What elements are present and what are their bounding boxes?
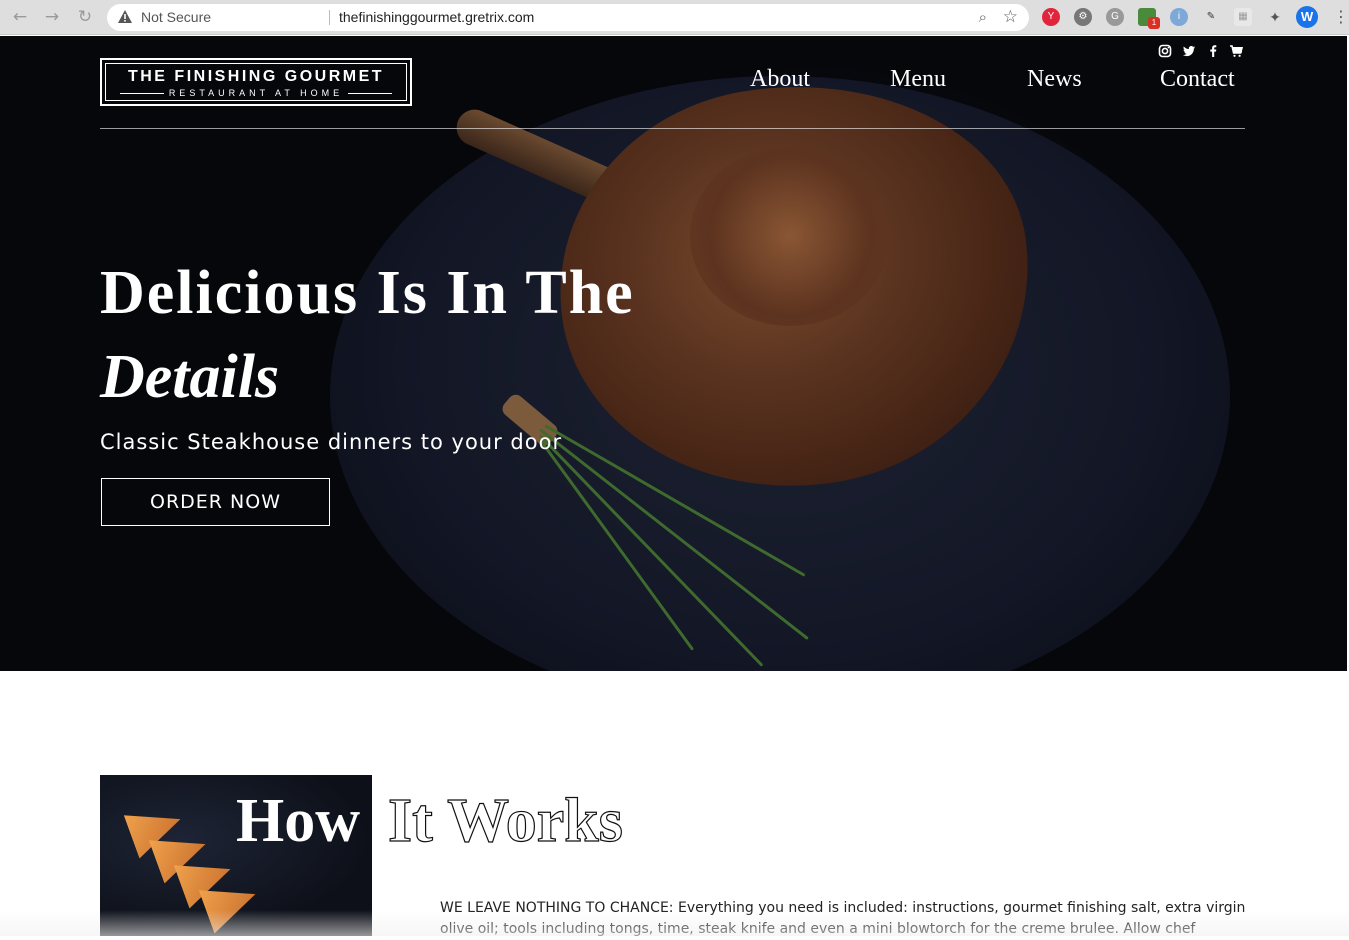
extension-grey-icon[interactable]: G: [1106, 8, 1124, 26]
extension-square-icon[interactable]: ▦: [1234, 8, 1252, 26]
nav-menu[interactable]: Menu: [890, 66, 946, 93]
how-it-works-title: How: [236, 787, 360, 855]
header-divider: [100, 128, 1245, 129]
bookmark-star-icon[interactable]: ☆: [1003, 7, 1018, 27]
extension-gear-icon[interactable]: ⚙: [1074, 8, 1092, 26]
address-bar[interactable]: Not Secure thefinishinggourmet.gretrix.c…: [107, 4, 1029, 31]
extension-blue-icon[interactable]: i: [1170, 8, 1188, 26]
nav-about[interactable]: About: [750, 66, 810, 93]
twitter-icon[interactable]: [1182, 44, 1196, 58]
hero-headline-emphasis: Details: [100, 343, 280, 411]
profile-avatar[interactable]: W: [1296, 6, 1318, 28]
extensions-puzzle-icon[interactable]: ✦: [1266, 8, 1284, 26]
forward-icon[interactable]: →: [41, 6, 63, 28]
menu-dots-icon[interactable]: ⋮: [1333, 7, 1349, 26]
url-text[interactable]: thefinishinggourmet.gretrix.com: [339, 9, 534, 25]
zoom-icon[interactable]: ⌕: [979, 8, 987, 26]
instagram-icon[interactable]: [1158, 44, 1172, 58]
extension-red-icon[interactable]: Y: [1042, 8, 1060, 26]
extension-multicolor-icon[interactable]: 1: [1138, 8, 1160, 29]
nav-contact[interactable]: Contact: [1160, 66, 1235, 93]
bottom-fade: [0, 910, 1349, 936]
extension-badge: 1: [1148, 17, 1160, 29]
eyedropper-icon[interactable]: ✎: [1202, 8, 1220, 26]
omnibox-divider: [329, 10, 330, 25]
order-now-button[interactable]: ORDER NOW: [101, 478, 330, 526]
site-logo[interactable]: THE FINISHING GOURMET RESTAURANT AT HOME: [100, 58, 412, 106]
browser-toolbar: ← → ↻ Not Secure thefinishinggourmet.gre…: [0, 0, 1349, 35]
how-it-works-title-outline: It Works: [387, 786, 623, 855]
facebook-icon[interactable]: [1206, 44, 1220, 58]
warning-icon: [118, 10, 132, 23]
back-icon[interactable]: ←: [9, 6, 31, 28]
hero-headline: Delicious Is In The: [100, 259, 635, 327]
cart-icon[interactable]: [1229, 44, 1243, 58]
logo-title: THE FINISHING GOURMET: [127, 68, 385, 85]
reload-icon[interactable]: ↻: [74, 6, 96, 28]
security-label[interactable]: Not Secure: [141, 9, 211, 25]
logo-rule-right: [348, 93, 392, 94]
hero-section: THE FINISHING GOURMET RESTAURANT AT HOME…: [0, 36, 1347, 671]
steak-crust-image: [690, 146, 890, 326]
hero-subheading: Classic Steakhouse dinners to your door: [100, 430, 563, 454]
nav-news[interactable]: News: [1027, 66, 1082, 93]
